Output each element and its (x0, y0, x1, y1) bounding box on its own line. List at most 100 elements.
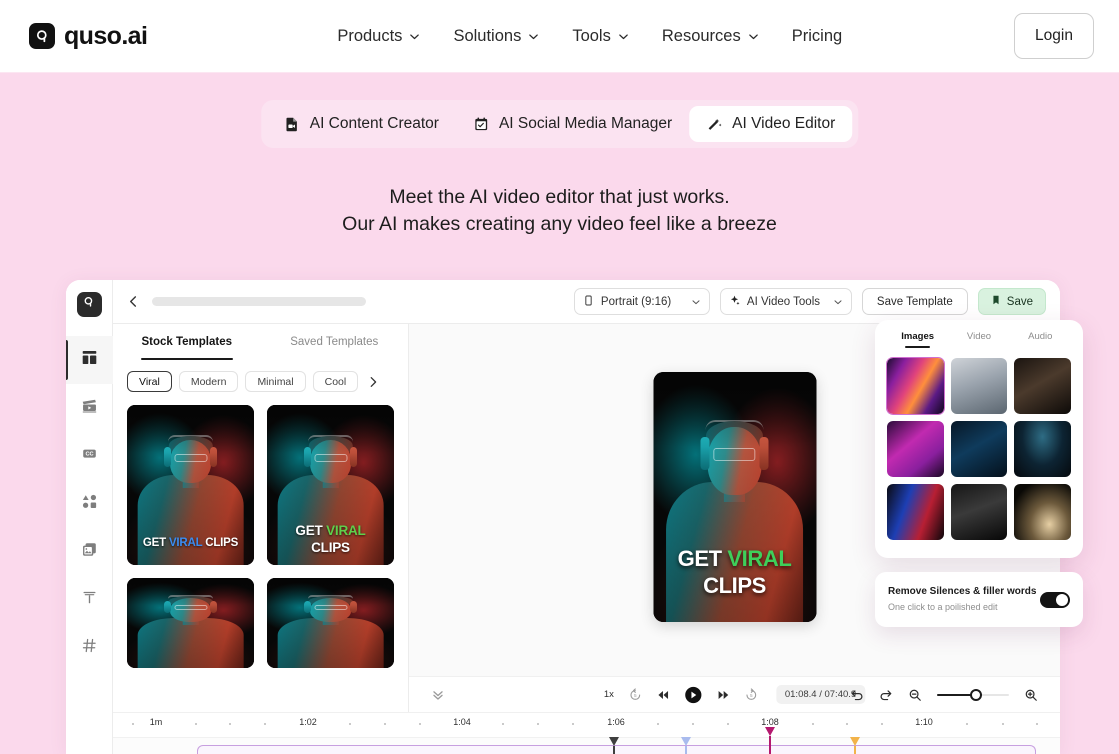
media-thumbnail[interactable] (950, 358, 1008, 414)
zoom-in-icon[interactable] (1024, 688, 1038, 702)
chevron-down-icon (833, 297, 843, 307)
chip-cool[interactable]: Cool (312, 371, 359, 392)
redo-icon[interactable] (879, 688, 893, 702)
chip-modern[interactable]: Modern (178, 371, 239, 392)
video-preview[interactable]: GET VIRAL CLIPS (653, 372, 816, 622)
timeline-tracks[interactable] (113, 737, 1060, 754)
zoom-out-icon[interactable] (908, 688, 922, 702)
tab-ai-content-creator[interactable]: AI Content Creator (267, 106, 456, 142)
timeline-tick (264, 723, 266, 725)
media-thumbnail[interactable] (886, 357, 945, 415)
remove-silences-toggle[interactable] (1040, 591, 1070, 608)
template-card[interactable] (127, 578, 254, 668)
skip-forward-icon[interactable] (716, 688, 730, 702)
shapes-icon (81, 493, 98, 515)
caption-highlight: VIRAL (326, 523, 366, 538)
timeline-time-label: 1:02 (299, 717, 317, 727)
sidebar-item-app-logo[interactable] (76, 292, 102, 317)
template-card[interactable]: GET VIRAL CLIPS (267, 405, 394, 565)
tab-ai-social-media-manager[interactable]: AI Social Media Manager (456, 106, 689, 142)
tab-audio[interactable]: Audio (1010, 331, 1071, 348)
media-thumbnail[interactable] (1014, 484, 1071, 540)
hero-headline: Meet the AI video editor that just works… (0, 184, 1119, 238)
sidebar-item-hashtags[interactable] (66, 624, 113, 672)
timeline-time-label: 1:04 (453, 717, 471, 727)
sidebar-item-captions[interactable]: CC (66, 432, 113, 480)
timeline-marker[interactable] (609, 737, 619, 754)
sidebar-item-templates[interactable] (66, 336, 113, 384)
aspect-ratio-select[interactable]: Portrait (9:16) (573, 288, 710, 315)
media-thumbnail[interactable] (1014, 421, 1071, 477)
timeline-time-label: 1:10 (915, 717, 933, 727)
tab-label: AI Video Editor (732, 115, 836, 132)
timeline-tick (1036, 723, 1038, 725)
timeline-tick (966, 723, 968, 725)
nav-item-solutions[interactable]: Solutions (453, 27, 539, 46)
tab-stock-templates[interactable]: Stock Templates (113, 324, 261, 360)
tab-saved-templates[interactable]: Saved Templates (261, 324, 409, 360)
sidebar-item-elements[interactable] (66, 480, 113, 528)
tab-ai-video-editor[interactable]: AI Video Editor (689, 106, 853, 142)
text-t-icon (81, 589, 98, 611)
toggle-subtitle: One click to a poilished edit (888, 602, 998, 612)
chevrons-down-icon[interactable] (431, 688, 445, 702)
timeline-marker[interactable] (681, 737, 691, 754)
brand-logo[interactable]: quso.ai (29, 22, 148, 51)
save-template-button[interactable]: Save Template (861, 288, 968, 315)
caption-post: CLIPS (311, 540, 350, 555)
timeline-time-label: 1:08 (761, 717, 779, 727)
play-circle-icon[interactable] (684, 686, 702, 704)
skip-back-icon[interactable] (656, 688, 670, 702)
media-thumbnail[interactable] (1014, 358, 1071, 414)
ai-video-tools-select[interactable]: AI Video Tools (719, 288, 852, 315)
login-button[interactable]: Login (1014, 13, 1094, 59)
remove-silences-panel: Remove Silences & filler words One click… (875, 572, 1083, 627)
timeline-ruler[interactable]: 1m 1:02 1:04 1:06 1:08 1:10 (113, 713, 1060, 737)
sidebar-item-images[interactable] (66, 528, 113, 576)
template-card[interactable]: GET VIRAL CLIPS (127, 405, 254, 565)
chevron-right-icon[interactable] (367, 376, 379, 388)
chip-minimal[interactable]: Minimal (245, 371, 306, 392)
sidebar-item-media[interactable] (66, 384, 113, 432)
sidebar-item-text[interactable] (66, 576, 113, 624)
tab-label: AI Content Creator (309, 115, 439, 132)
timeline[interactable]: 1m 1:02 1:04 1:06 1:08 1:10 (113, 712, 1060, 754)
tab-images[interactable]: Images (887, 331, 948, 348)
template-grid: GET VIRAL CLIPS GET VIRAL CLIPS (113, 402, 408, 682)
caption-pre: GET (677, 546, 728, 571)
tab-video[interactable]: Video (948, 331, 1009, 348)
editor-sidebar: CC (66, 280, 113, 754)
media-thumbnail[interactable] (887, 484, 944, 540)
media-thumbnail[interactable] (950, 484, 1008, 540)
media-thumbnail[interactable] (887, 421, 944, 477)
nav-item-pricing[interactable]: Pricing (792, 27, 842, 46)
caption-highlight: VIRAL (727, 546, 792, 571)
forward-5-icon[interactable]: 5 (744, 687, 758, 702)
slider-knob[interactable] (970, 688, 983, 701)
project-title-placeholder[interactable] (152, 297, 366, 306)
media-thumbnail[interactable] (950, 421, 1008, 477)
template-category-chips: Viral Modern Minimal Cool (113, 360, 408, 402)
nav-item-products[interactable]: Products (337, 27, 420, 46)
timeline-tick (846, 723, 848, 725)
timeline-time-label: 1:06 (607, 717, 625, 727)
editor-toolbar: Portrait (9:16) AI Video Tools Save Temp… (113, 280, 1060, 324)
nav-item-tools[interactable]: Tools (572, 27, 628, 46)
rewind-5-icon[interactable]: 5 (628, 687, 642, 702)
timeline-marker[interactable] (850, 737, 860, 754)
template-card[interactable] (267, 578, 394, 668)
calendar-check-icon (473, 116, 489, 132)
svg-text:5: 5 (634, 693, 637, 698)
chip-viral[interactable]: Viral (127, 371, 172, 392)
chevron-left-icon[interactable] (127, 295, 140, 308)
undo-icon[interactable] (850, 688, 864, 702)
playback-speed-button[interactable]: 1x (604, 689, 614, 700)
image-stack-icon (81, 541, 98, 563)
headline-line-1: Meet the AI video editor that just works… (389, 186, 730, 208)
zoom-slider[interactable] (937, 688, 1009, 702)
timeline-marker[interactable] (765, 727, 775, 754)
svg-text:CC: CC (85, 452, 93, 458)
chevron-down-icon (528, 31, 539, 40)
save-button[interactable]: Save (977, 288, 1046, 315)
nav-item-resources[interactable]: Resources (662, 27, 758, 46)
